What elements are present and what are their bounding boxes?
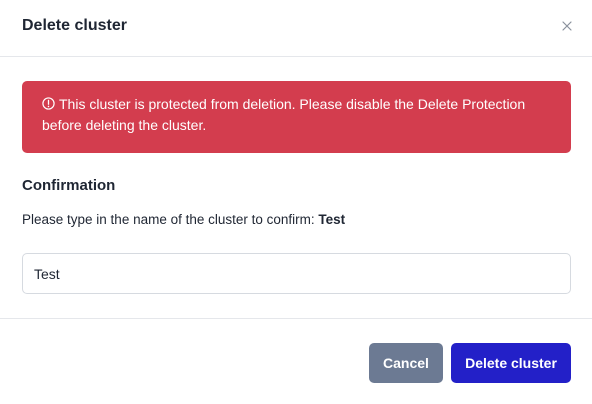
cancel-button[interactable]: Cancel xyxy=(369,343,443,383)
alert-message: This cluster is protected from deletion.… xyxy=(42,96,526,133)
cluster-name-input[interactable] xyxy=(22,253,571,294)
deletion-protection-alert: This cluster is protected from deletion.… xyxy=(22,81,571,153)
footer-divider xyxy=(0,318,592,319)
delete-cluster-dialog: Delete cluster This cluster is protected… xyxy=(0,0,592,404)
dialog-title: Delete cluster xyxy=(22,17,127,34)
dialog-header: Delete cluster xyxy=(0,0,592,57)
confirmation-instruction: Please type in the name of the cluster t… xyxy=(22,210,345,230)
confirmation-heading: Confirmation xyxy=(22,177,116,194)
cluster-name: Test xyxy=(318,212,346,227)
close-button[interactable] xyxy=(560,19,574,33)
delete-cluster-button[interactable]: Delete cluster xyxy=(451,343,571,383)
instruction-text: Please type in the name of the cluster t… xyxy=(22,212,315,227)
info-circle-icon xyxy=(42,97,55,110)
close-icon xyxy=(562,21,572,31)
